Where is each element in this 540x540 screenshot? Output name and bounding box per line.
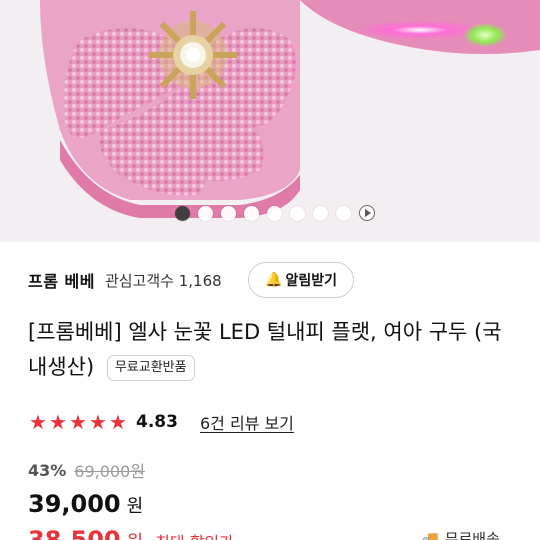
price-unit: 원: [126, 496, 144, 517]
carousel-dot[interactable]: [313, 205, 328, 221]
carousel-dot[interactable]: [198, 205, 213, 221]
discount-row: 43% 69,000원: [28, 458, 145, 482]
shipping-label: 무료배송: [444, 530, 500, 540]
best-price: 38,500: [28, 526, 121, 540]
product-title: [프롬베베] 엘사 눈꽃 LED 털내피 플랫, 여아 구두 (국내생산) 무료…: [28, 315, 518, 385]
best-price-row[interactable]: 38,500 원 최대 할인가 ⌄: [28, 526, 252, 540]
star-icon: ★: [109, 410, 127, 434]
play-icon[interactable]: [359, 205, 375, 221]
truck-icon: 🚚: [420, 529, 439, 540]
carousel-dot[interactable]: [221, 205, 236, 221]
star-icon: ★: [29, 410, 47, 434]
seller-info: 프롬 베베 관심고객수 1,168: [28, 262, 222, 298]
carousel-dot[interactable]: [175, 205, 190, 221]
price-row: 39,000 원: [28, 490, 143, 518]
review-link[interactable]: 6건 리뷰 보기: [200, 410, 294, 434]
star-rating: ★ ★ ★ ★ ★: [28, 412, 128, 432]
discount-rate: 43%: [28, 460, 67, 480]
seller-name[interactable]: 프롬 베베: [28, 268, 95, 292]
star-icon: ★: [49, 410, 67, 434]
carousel-dot[interactable]: [336, 205, 351, 221]
sale-price: 39,000: [28, 490, 121, 518]
free-return-badge: 무료교환반품: [106, 355, 195, 381]
star-icon: ★: [69, 410, 87, 434]
rating-score: 4.83: [136, 412, 178, 432]
notification-button[interactable]: 🔔 알림받기: [248, 262, 354, 298]
notification-button-label: 알림받기: [285, 273, 337, 289]
bell-plus-icon: 🔔: [265, 272, 283, 288]
star-icon: ★: [89, 410, 107, 434]
carousel-dot[interactable]: [290, 205, 305, 221]
shipping-info: 🚚 무료배송: [420, 528, 500, 540]
product-title-text: [프롬베베] 엘사 눈꽃 LED 털내피 플랫, 여아 구두 (국내생산): [28, 320, 502, 379]
carousel-indicator: [0, 204, 540, 222]
rating-row: ★ ★ ★ ★ ★ 4.83 6건 리뷰 보기: [28, 410, 294, 434]
carousel-dot[interactable]: [244, 205, 259, 221]
best-price-unit: 원: [127, 528, 144, 540]
carousel-dot[interactable]: [267, 205, 282, 221]
product-image-carousel[interactable]: [0, 0, 540, 242]
original-price: 69,000원: [74, 462, 146, 481]
follower-count: 관심고객수 1,168: [104, 271, 222, 290]
best-price-label: 최대 할인가: [155, 529, 234, 540]
chevron-down-icon: ⌄: [240, 536, 252, 540]
